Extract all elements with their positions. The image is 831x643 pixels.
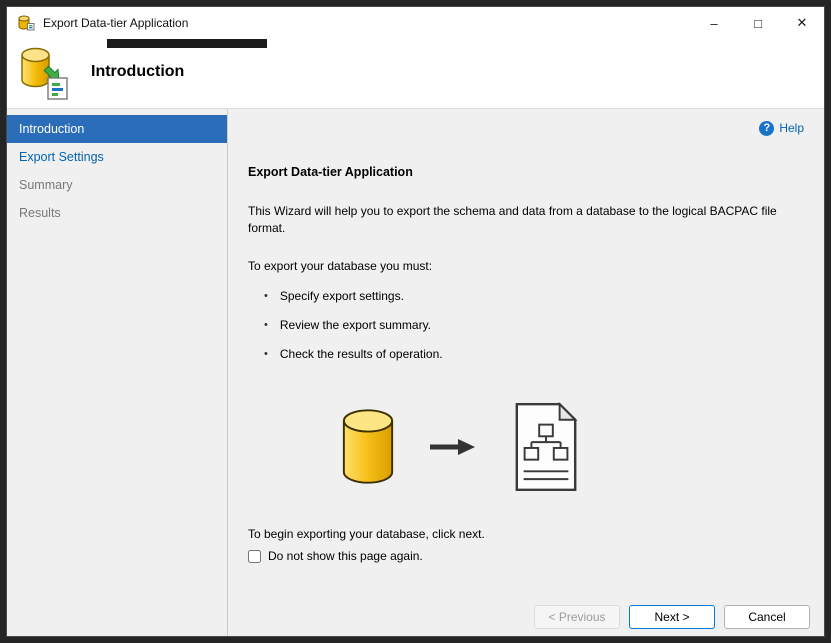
bullet-icon: • [264, 290, 268, 302]
previous-button[interactable]: < Previous [534, 605, 620, 629]
list-item-label: Check the results of operation. [279, 347, 443, 361]
sidebar-item-results[interactable]: Results [7, 199, 227, 227]
intro-paragraph: This Wizard will help you to export the … [248, 204, 777, 235]
title-bar: Export Data-tier Application – □ ✕ [7, 7, 824, 39]
help-icon: ? [759, 120, 775, 136]
list-item-label: Review the export summary. [279, 318, 432, 332]
bullet-icon: • [264, 348, 268, 360]
list-item: • Specify export settings. [248, 289, 804, 303]
app-icon [18, 15, 35, 31]
minimize-button[interactable]: – [692, 7, 736, 39]
database-icon [342, 409, 394, 484]
list-item-label: Specify export settings. [279, 289, 404, 303]
sidebar-item-summary[interactable]: Summary [7, 171, 227, 199]
arrow-right-icon [430, 439, 475, 455]
list-intro: To export your database you must: [248, 259, 433, 273]
window-title: Export Data-tier Application [43, 16, 189, 30]
sidebar-item-export-settings[interactable]: Export Settings [7, 143, 227, 171]
dont-show-again[interactable]: Do not show this page again. [248, 549, 423, 563]
maximize-button[interactable]: □ [736, 7, 780, 39]
footer-note: To begin exporting your database, click … [248, 527, 485, 541]
wizard-header: Introduction [7, 39, 824, 109]
dark-artifact-strip [107, 39, 267, 48]
wizard-content: ? Help Export Data-tier Application This… [228, 109, 824, 636]
bullet-icon: • [264, 319, 268, 331]
close-button[interactable]: ✕ [780, 7, 824, 39]
wizard-nav: Introduction Export Settings Summary Res… [7, 109, 228, 636]
wizard-body: Introduction Export Settings Summary Res… [7, 109, 824, 636]
list-item: • Check the results of operation. [248, 347, 804, 361]
help-label: Help [779, 121, 804, 135]
window-controls: – □ ✕ [692, 7, 824, 39]
dont-show-again-label: Do not show this page again. [268, 549, 423, 563]
next-button[interactable]: Next > [629, 605, 715, 629]
dont-show-again-checkbox[interactable] [248, 549, 261, 563]
bacpac-file-icon [515, 401, 578, 492]
requirements-list: • Specify export settings. • Review the … [248, 289, 804, 361]
wizard-step-title: Introduction [91, 63, 185, 80]
content-heading: Export Data-tier Application [248, 165, 413, 179]
export-illustration [340, 401, 582, 493]
sidebar-item-introduction[interactable]: Introduction [7, 115, 227, 143]
cancel-button[interactable]: Cancel [724, 605, 810, 629]
database-export-icon [21, 47, 68, 100]
list-item: • Review the export summary. [248, 318, 804, 332]
export-data-tier-wizard-window: Export Data-tier Application – □ ✕ Intro… [6, 6, 825, 637]
wizard-buttons: < Previous Next > Cancel [534, 605, 810, 629]
help-link[interactable]: ? Help [248, 119, 804, 137]
